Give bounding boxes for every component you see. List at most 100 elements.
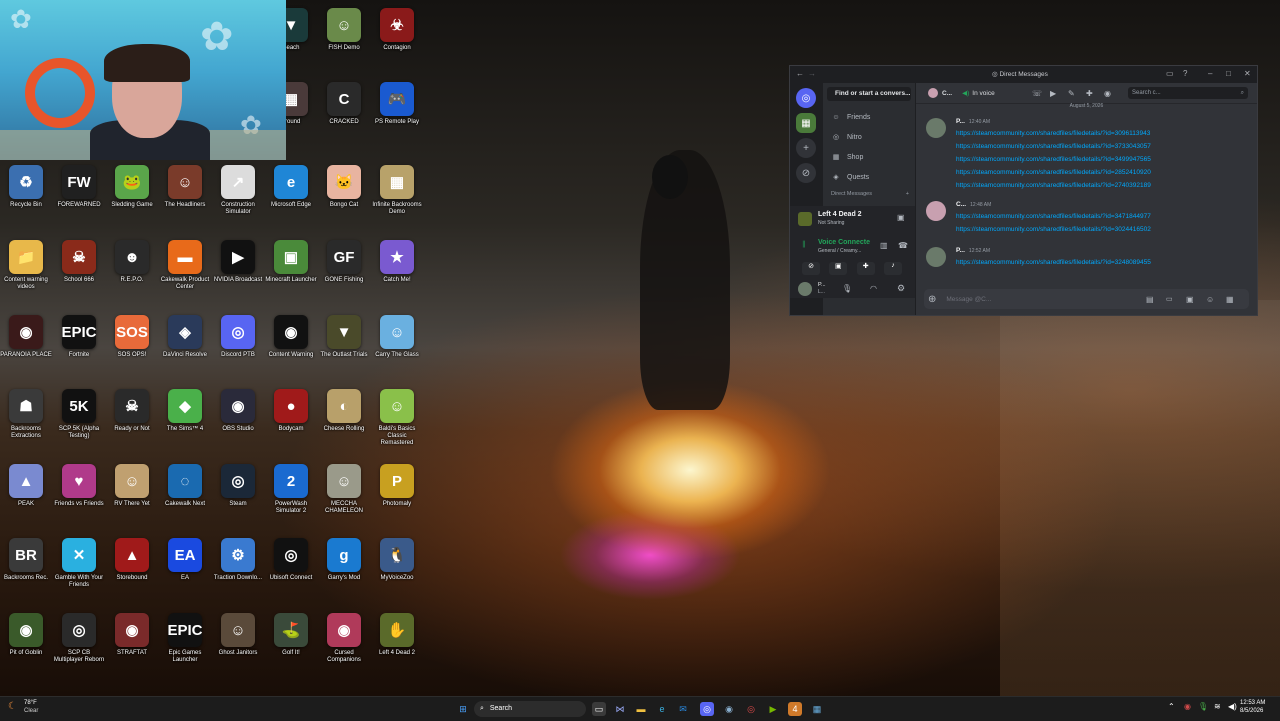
desktop-icon[interactable]: ✕ Gamble With Your Friends (53, 538, 105, 589)
desktop-icon[interactable]: ☺ MECCHA CHAMELEON (318, 464, 370, 515)
desktop-icon[interactable]: ☗ Backrooms Extractions (0, 389, 52, 440)
sidebar-item-friends[interactable]: ☺ Friends (823, 107, 915, 127)
desktop-icon[interactable]: 2 PowerWash Simulator 2 (265, 464, 317, 515)
desktop-icon[interactable]: ◈ DaVinci Resolve (159, 315, 211, 359)
message-link[interactable]: https://steamcommunity.com/sharedfiles/f… (956, 213, 1151, 220)
apps-icon[interactable]: ▦ (1226, 295, 1234, 304)
desktop-icon[interactable]: ◉ OBS Studio (212, 389, 264, 433)
desktop-icon[interactable]: ◐ Cheese Rolling (318, 389, 370, 433)
desktop-icon[interactable]: 5K SCP 5K (Alpha Testing) (53, 389, 105, 440)
file-explorer-icon[interactable]: ▬ (634, 702, 648, 716)
desktop-icon[interactable]: 🐸 Sledding Game (106, 165, 158, 209)
desktop-icon[interactable]: 🎮 PS Remote Play (371, 82, 423, 126)
message-avatar[interactable] (926, 118, 946, 138)
desktop-icon[interactable]: ☺ RV There Yet (106, 464, 158, 508)
help-icon[interactable]: ? (1183, 69, 1187, 78)
noise-suppression-icon[interactable]: ▥ (880, 241, 888, 250)
microphone-icon[interactable]: 🎙 (842, 284, 852, 293)
discord-home-icon[interactable]: ◎ (796, 88, 816, 108)
start-button[interactable]: ⊞ (456, 702, 470, 716)
clock-time[interactable]: 12:53 AM (1240, 700, 1265, 706)
message-avatar[interactable] (926, 247, 946, 267)
message-author[interactable]: P... (956, 118, 965, 125)
tray-mic-icon[interactable]: 🎙 (1198, 702, 1208, 711)
inbox-icon[interactable]: ▭ (1166, 69, 1174, 78)
server-icon[interactable]: ▦ (796, 113, 816, 133)
discord-taskbar-icon[interactable]: ◎ (700, 702, 714, 716)
settings-gear-icon[interactable]: ⚙ (897, 283, 905, 294)
desktop-icon[interactable]: ◉ PARANOIA PLACE (0, 315, 52, 359)
call-icon[interactable]: ☏ (1032, 89, 1042, 98)
message-link[interactable]: https://steamcommunity.com/sharedfiles/f… (956, 226, 1151, 233)
visual-studio-icon[interactable]: ⋈ (613, 702, 627, 716)
desktop-icon[interactable]: SOS SOS OPS! (106, 315, 158, 359)
message-link[interactable]: https://steamcommunity.com/sharedfiles/f… (956, 143, 1151, 150)
tray-app-icon[interactable]: ◉ (1184, 702, 1191, 711)
desktop-icon[interactable]: ☺ Baldi's Basics Classic Remastered (371, 389, 423, 447)
voice-channel[interactable]: General / Creamy... (818, 248, 861, 254)
desktop-icon[interactable]: ▶ NVIDIA Broadcast (212, 240, 264, 284)
weather-temp[interactable]: 78°F (24, 700, 37, 706)
user-avatar[interactable] (798, 282, 812, 296)
desktop-icon[interactable]: ◎ Steam (212, 464, 264, 508)
desktop-icon[interactable]: 🐱 Bongo Cat (318, 165, 370, 209)
desktop-icon[interactable]: ◉ STRAFTAT (106, 613, 158, 657)
add-server-icon[interactable]: + (796, 138, 816, 158)
message-author[interactable]: P... (956, 247, 965, 254)
desktop-icon[interactable]: ◎ SCP CB Multiplayer Reborn (53, 613, 105, 664)
desktop-icon[interactable]: ◉ Content Warning (265, 315, 317, 359)
weather-icon[interactable]: ☾ (8, 701, 17, 712)
discover-icon[interactable]: ⊘ (796, 163, 816, 183)
desktop-icon[interactable]: ▼ The Outlast Trials (318, 315, 370, 359)
profile-icon[interactable]: ◉ (1104, 89, 1111, 98)
gif-icon[interactable]: ▭ (1166, 295, 1173, 303)
recording-icon[interactable]: ◎ (744, 702, 758, 716)
desktop-icon[interactable]: ☻ R.E.P.O. (106, 240, 158, 284)
desktop-icon[interactable]: FW FOREWARNED (53, 165, 105, 209)
in-voice-label[interactable]: In voice (972, 90, 994, 97)
screen-share-icon[interactable]: ▣ (829, 262, 848, 275)
message-link[interactable]: https://steamcommunity.com/sharedfiles/f… (956, 259, 1151, 266)
desktop-icon[interactable]: ☺ Ghost Janitors (212, 613, 264, 657)
desktop-icon[interactable]: ☺ FISH Demo (318, 8, 370, 52)
desktop-icon[interactable]: ◉ Cursed Companions (318, 613, 370, 664)
new-dm-icon[interactable]: + (906, 191, 909, 197)
desktop-icon[interactable]: ☠ Ready or Not (106, 389, 158, 433)
desktop-icon[interactable]: e Microsoft Edge (265, 165, 317, 209)
desktop-icon[interactable]: EA EA (159, 538, 211, 582)
desktop-icon[interactable]: ♻ Recycle Bin (0, 165, 52, 209)
attach-plus-icon[interactable]: ⊕ (928, 294, 936, 305)
desktop-icon[interactable]: 🐧 MyVoiceZoo (371, 538, 423, 582)
desktop-icon[interactable]: 📁 Content warning videos (0, 240, 52, 291)
desktop-icon[interactable]: ▲ PEAK (0, 464, 52, 508)
desktop-icon[interactable]: P Photomaly (371, 464, 423, 508)
stream-icon[interactable]: ▣ (897, 213, 905, 222)
desktop-icon[interactable]: ↗ Construction Simulator (212, 165, 264, 216)
forward-arrow-icon[interactable]: → (808, 69, 816, 78)
desktop-icon[interactable]: ▬ Cakewalk Product Center (159, 240, 211, 291)
header-user-avatar[interactable] (928, 88, 938, 98)
desktop-icon[interactable]: ☣ Contagion (371, 8, 423, 52)
desktop-icon[interactable]: ☠ School 666 (53, 240, 105, 284)
dm-search-input[interactable]: Find or start a convers... (827, 87, 911, 101)
desktop-icon[interactable]: ◎ Discord PTB (212, 315, 264, 359)
desktop-icon[interactable]: ▣ Minecraft Launcher (265, 240, 317, 284)
message-composer[interactable]: ⊕ Message @C... ▤ ▭ ▣ ☺ ▦ (924, 289, 1249, 309)
desktop-icon[interactable]: C CRACKED (318, 82, 370, 126)
message-author[interactable]: C... (956, 201, 966, 208)
l4d2-taskbar-icon[interactable]: 4 (788, 702, 802, 716)
desktop-icon[interactable]: ♥ Friends vs Friends (53, 464, 105, 508)
add-friends-icon[interactable]: ✚ (1086, 89, 1093, 98)
headphones-icon[interactable]: ◠ (870, 284, 877, 293)
message-link[interactable]: https://steamcommunity.com/sharedfiles/f… (956, 182, 1151, 189)
nvidia-icon[interactable]: ▶ (766, 702, 780, 716)
task-view-icon[interactable]: ▭ (592, 702, 606, 716)
desktop-icon[interactable]: ◎ Ubisoft Connect (265, 538, 317, 582)
clock-date[interactable]: 8/5/2026 (1240, 708, 1263, 714)
search-input[interactable]: Search c... ⌕ (1128, 87, 1248, 99)
desktop-icon[interactable]: ● Bodycam (265, 389, 317, 433)
wifi-icon[interactable]: ≋ (1214, 702, 1221, 711)
soundboard-icon[interactable]: ♪ (883, 262, 902, 275)
voice-status[interactable]: Voice Connecte (818, 239, 870, 246)
desktop-icon[interactable]: ⛳ Golf It! (265, 613, 317, 657)
